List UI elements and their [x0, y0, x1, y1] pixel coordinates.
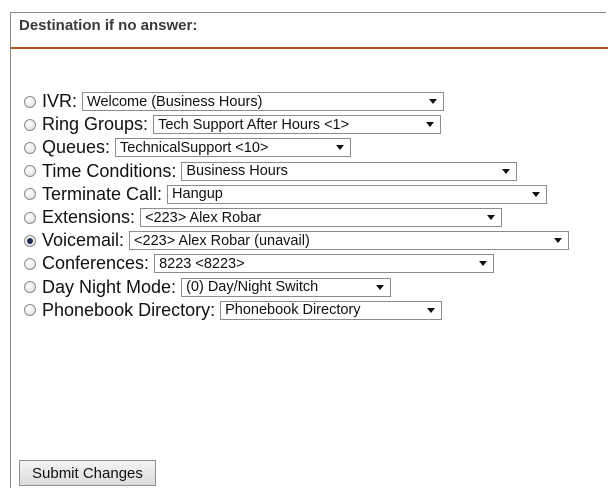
label-terminate-call: Terminate Call:: [42, 183, 163, 204]
radio-phonebook-directory[interactable]: [24, 304, 36, 317]
select-queues-value: TechnicalSupport <10>: [120, 139, 269, 156]
select-time-conditions[interactable]: Business Hours: [181, 161, 518, 181]
radio-conferences[interactable]: [24, 257, 36, 270]
radio-time-conditions[interactable]: [24, 165, 36, 178]
select-voicemail-value: <223> Alex Robar (unavail): [134, 232, 310, 249]
submit-changes-button[interactable]: Submit Changes: [19, 460, 156, 486]
label-extensions: Extensions:: [42, 207, 136, 228]
select-extensions[interactable]: <223> Alex Robar: [140, 208, 503, 228]
chevron-down-icon: [429, 99, 438, 105]
select-extensions-value: <223> Alex Robar: [145, 209, 262, 226]
select-phonebook-directory-value: Phonebook Directory: [225, 302, 361, 319]
select-time-conditions-value: Business Hours: [186, 163, 288, 180]
chevron-down-icon: [532, 191, 541, 197]
radio-extensions[interactable]: [24, 211, 36, 224]
destination-row-ivr: IVR: Welcome (Business Hours): [24, 90, 608, 113]
select-voicemail[interactable]: <223> Alex Robar (unavail): [129, 231, 570, 251]
chevron-down-icon: [487, 215, 496, 221]
select-conferences[interactable]: 8223 <8223>: [154, 254, 495, 274]
select-phonebook-directory[interactable]: Phonebook Directory: [220, 300, 443, 320]
select-ring-groups[interactable]: Tech Support After Hours <1>: [153, 115, 442, 135]
label-ring-groups: Ring Groups:: [42, 114, 149, 135]
chevron-down-icon: [376, 284, 385, 290]
select-ivr-value: Welcome (Business Hours): [87, 93, 263, 110]
select-day-night-mode[interactable]: (0) Day/Night Switch: [181, 277, 392, 297]
select-day-night-mode-value: (0) Day/Night Switch: [186, 279, 319, 296]
label-phonebook-directory: Phonebook Directory:: [42, 299, 216, 320]
chevron-down-icon: [479, 261, 488, 267]
select-ring-groups-value: Tech Support After Hours <1>: [158, 116, 350, 133]
chevron-down-icon: [426, 122, 435, 128]
destination-row-phonebook-directory: Phonebook Directory: Phonebook Directory: [24, 299, 608, 322]
select-terminate-call[interactable]: Hangup: [167, 184, 548, 204]
radio-terminate-call[interactable]: [24, 188, 36, 201]
destination-row-voicemail: Voicemail: <223> Alex Robar (unavail): [24, 229, 608, 252]
label-queues: Queues:: [42, 137, 111, 158]
label-voicemail: Voicemail:: [42, 230, 125, 251]
label-ivr: IVR:: [42, 91, 78, 112]
chevron-down-icon: [336, 145, 345, 151]
destination-row-ring-groups: Ring Groups: Tech Support After Hours <1…: [24, 113, 608, 136]
section-divider: [11, 47, 608, 49]
chevron-down-icon: [427, 307, 436, 313]
radio-ring-groups[interactable]: [24, 118, 36, 131]
destination-row-extensions: Extensions: <223> Alex Robar: [24, 206, 608, 229]
select-ivr[interactable]: Welcome (Business Hours): [82, 92, 445, 112]
destination-row-day-night-mode: Day Night Mode: (0) Day/Night Switch: [24, 276, 608, 299]
label-time-conditions: Time Conditions:: [42, 160, 177, 181]
chevron-down-icon: [502, 168, 511, 174]
destination-list: IVR: Welcome (Business Hours) Ring Group…: [24, 90, 608, 322]
destination-row-terminate-call: Terminate Call: Hangup: [24, 183, 608, 206]
label-conferences: Conferences:: [42, 253, 150, 274]
select-conferences-value: 8223 <8223>: [159, 255, 245, 272]
section-title: Destination if no answer:: [19, 17, 198, 34]
radio-ivr[interactable]: [24, 95, 36, 108]
select-terminate-call-value: Hangup: [172, 186, 223, 203]
destination-row-time-conditions: Time Conditions: Business Hours: [24, 160, 608, 183]
destination-row-conferences: Conferences: 8223 <8223>: [24, 252, 608, 275]
radio-voicemail[interactable]: [24, 234, 36, 247]
chevron-down-icon: [554, 238, 563, 244]
radio-day-night-mode[interactable]: [24, 281, 36, 294]
destination-row-queues: Queues: TechnicalSupport <10>: [24, 136, 608, 159]
select-queues[interactable]: TechnicalSupport <10>: [115, 138, 352, 158]
radio-queues[interactable]: [24, 141, 36, 154]
label-day-night-mode: Day Night Mode:: [42, 276, 177, 297]
